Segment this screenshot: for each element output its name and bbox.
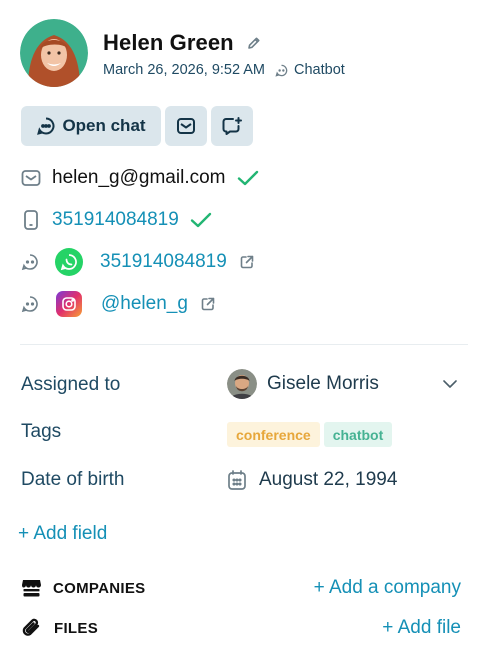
contact-header: Helen Green March 26, 2026, 9:52 AM Chat… [20, 19, 345, 87]
phone-icon [21, 209, 43, 231]
whatsapp-value[interactable]: 351914084819 [100, 251, 227, 273]
action-bar: Open chat [21, 106, 253, 146]
email-value[interactable]: helen_g@gmail.com [52, 167, 226, 189]
open-chat-button[interactable]: Open chat [21, 106, 161, 146]
add-company-button[interactable]: + Add a company [314, 577, 461, 599]
open-chat-label: Open chat [62, 116, 146, 135]
assignee-avatar [227, 369, 257, 399]
chatbot-icon [21, 295, 43, 313]
chatbot-icon [21, 253, 43, 271]
dob-field[interactable]: August 22, 1994 [227, 469, 397, 491]
created-date: March 26, 2026, 9:52 AM [103, 62, 266, 78]
add-chat-icon [221, 116, 243, 136]
tag-conference[interactable]: conference [227, 422, 320, 447]
add-field-button[interactable]: + Add field [18, 523, 107, 545]
divider [20, 344, 468, 345]
instagram-row: @helen_g [21, 291, 216, 317]
add-file-button[interactable]: + Add file [382, 617, 461, 639]
external-link-icon[interactable] [239, 254, 255, 270]
whatsapp-icon [55, 248, 83, 276]
mail-icon [176, 117, 196, 135]
send-email-button[interactable] [165, 106, 207, 146]
phone-row: 351914084819 [21, 207, 213, 233]
whatsapp-row: 351914084819 [21, 248, 255, 276]
assignee-name: Gisele Morris [267, 373, 379, 394]
companies-section: COMPANIES + Add a company [21, 576, 461, 600]
check-icon [189, 210, 213, 230]
check-icon [236, 168, 260, 188]
chevron-down-icon[interactable] [442, 378, 458, 390]
phone-value[interactable]: 351914084819 [52, 209, 179, 231]
chat-bubble-icon [36, 116, 56, 136]
tags-label: Tags [21, 421, 62, 442]
files-section: FILES + Add file [21, 616, 461, 640]
contact-avatar [20, 19, 88, 87]
email-row: helen_g@gmail.com [21, 165, 260, 191]
contact-source: Chatbot [294, 62, 345, 78]
tag-list: conference chatbot [227, 422, 393, 447]
dob-value: August 22, 1994 [259, 469, 398, 490]
external-link-icon[interactable] [200, 296, 216, 312]
companies-title: COMPANIES [53, 579, 146, 597]
store-icon [21, 578, 42, 598]
paperclip-icon [21, 617, 42, 639]
files-title: FILES [54, 619, 99, 637]
contact-name: Helen Green [103, 30, 234, 55]
assigned-label: Assigned to [21, 374, 121, 395]
instagram-value[interactable]: @helen_g [101, 293, 188, 315]
mail-icon [21, 169, 43, 187]
pencil-icon[interactable] [246, 35, 262, 51]
new-chat-button[interactable] [211, 106, 253, 146]
instagram-icon [56, 291, 82, 317]
tag-chatbot[interactable]: chatbot [323, 422, 393, 447]
assignee-select[interactable]: Gisele Morris [227, 369, 379, 399]
calendar-icon [227, 469, 247, 491]
chatbot-icon [275, 64, 288, 77]
dob-label: Date of birth [21, 469, 125, 490]
